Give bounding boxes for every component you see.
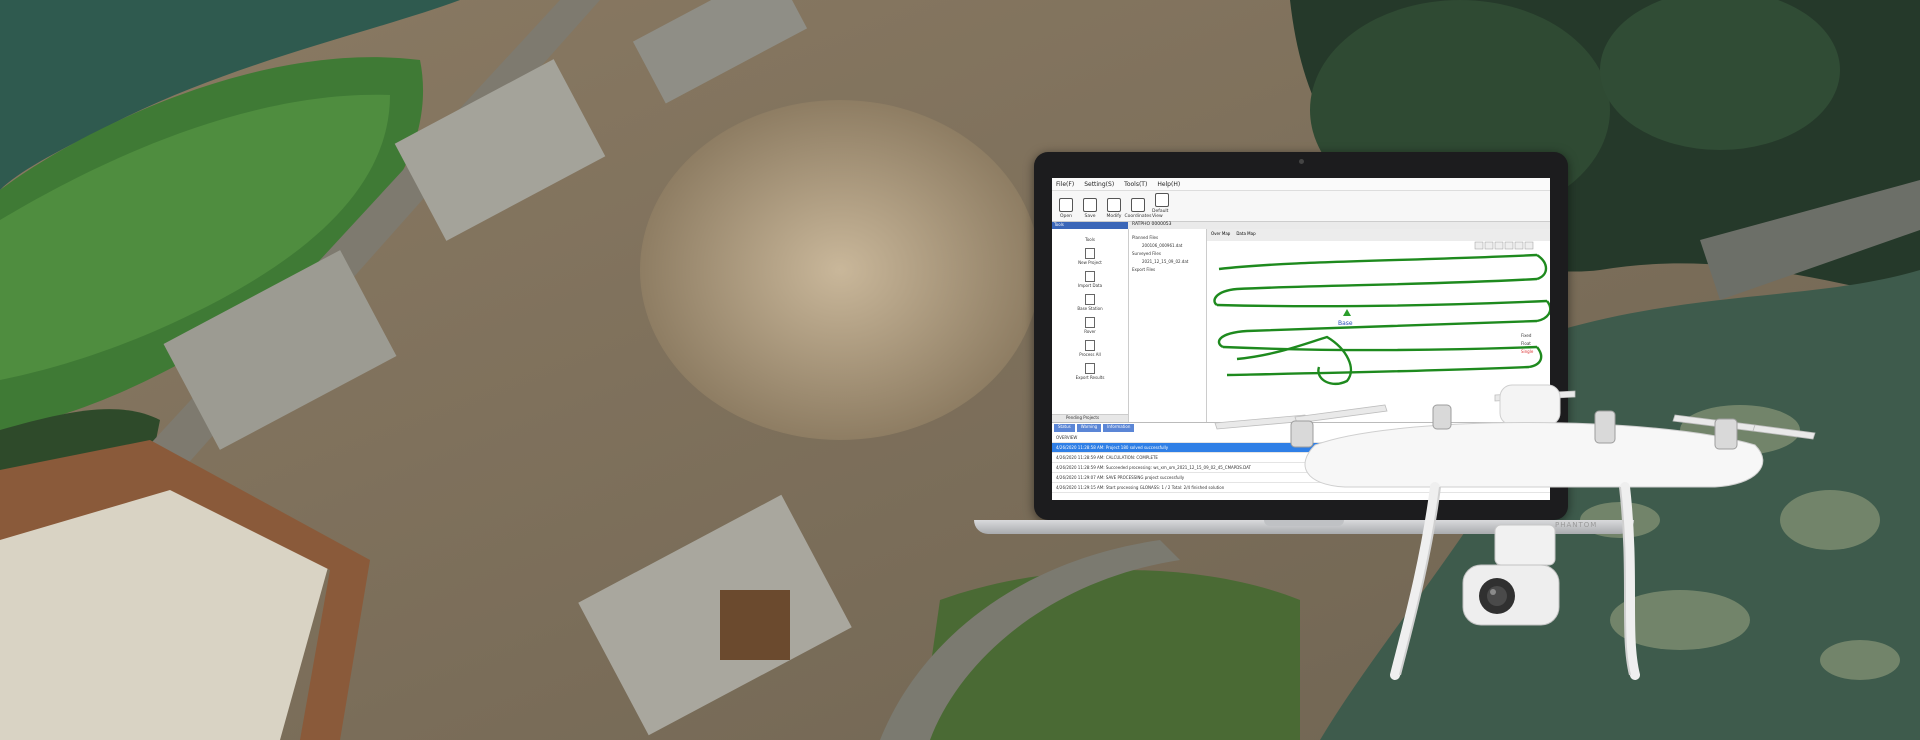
drone-brand: PHANTOM (1555, 521, 1597, 529)
tree-item-planned-file[interactable]: 200106_000961.dat (1132, 243, 1203, 248)
legend-float: Float (1521, 341, 1531, 346)
tree-item-surveyed-file[interactable]: 2021_12_15_09_02.dat (1132, 259, 1203, 264)
export-icon (1085, 363, 1095, 374)
tab-warning[interactable]: Warning (1076, 424, 1102, 432)
tab-information[interactable]: Information (1103, 424, 1135, 432)
menu-file[interactable]: File(F) (1056, 181, 1074, 188)
tree-item-planned[interactable]: Planned Files (1132, 235, 1203, 240)
rover-icon (1085, 317, 1095, 328)
tool-base-station[interactable]: Base Station (1077, 294, 1103, 311)
import-icon (1084, 271, 1095, 282)
menu-help[interactable]: Help(H) (1157, 181, 1180, 188)
measure-icon[interactable] (1514, 241, 1524, 250)
process-icon (1085, 340, 1095, 351)
flight-track (1213, 253, 1550, 386)
menu-bar: File(F) Setting(S) Tools(T) Help(H) (1052, 178, 1550, 191)
open-button[interactable]: Open (1056, 198, 1076, 221)
drone: PHANTOM (1195, 375, 1835, 705)
coordinates-icon (1131, 198, 1145, 212)
new-file-icon (1085, 248, 1095, 259)
settings-icon[interactable] (1524, 241, 1534, 250)
tab-status[interactable]: Status (1054, 424, 1075, 432)
tool-export-results[interactable]: Export Results (1076, 363, 1104, 380)
zoom-out-icon[interactable] (1484, 241, 1494, 250)
fit-icon[interactable] (1504, 241, 1514, 250)
modify-button[interactable]: Modify (1104, 198, 1124, 221)
tools-list: Tools New Project Import Data Base Stati… (1072, 236, 1108, 380)
folder-icon (1059, 198, 1073, 212)
hero-scene: File(F) Setting(S) Tools(T) Help(H) Open… (0, 0, 1920, 740)
save-button[interactable]: Save (1080, 198, 1100, 221)
tool-new-project[interactable]: New Project (1078, 248, 1102, 265)
tool-rover[interactable]: Rover (1084, 317, 1096, 334)
tree-item-export[interactable]: Export Files (1132, 267, 1203, 272)
menu-setting[interactable]: Setting(S) (1084, 181, 1114, 188)
legend-fixed: Fixed (1521, 333, 1532, 338)
toolbar: Open Save Modify Coordinates Default Vie… (1052, 191, 1550, 222)
plot-toolbar (1474, 241, 1534, 250)
base-marker (1343, 309, 1351, 316)
pending-projects[interactable]: Pending Projects (1052, 414, 1128, 422)
base-station-icon (1084, 294, 1095, 305)
gimbal-camera (1462, 524, 1560, 626)
base-label: Base (1338, 320, 1353, 327)
webcam-icon (1299, 159, 1304, 164)
pan-icon[interactable] (1494, 241, 1504, 250)
drone-illustration: PHANTOM (1214, 384, 1816, 680)
tools-panel-title: Tools (1052, 222, 1128, 229)
tools-panel: Tools Tools New Project Import Data Base… (1052, 222, 1129, 422)
view-icon (1155, 193, 1169, 207)
tool-process-all[interactable]: Process All (1079, 340, 1101, 357)
project-title: RATPHO 0000053 (1128, 222, 1550, 229)
track-legend: Fixed Float Single (1521, 333, 1534, 354)
legend-single: Single (1521, 349, 1534, 354)
zoom-in-icon[interactable] (1474, 241, 1484, 250)
menu-tools[interactable]: Tools(T) (1124, 181, 1147, 188)
coordinates-button[interactable]: Coordinates (1125, 198, 1152, 221)
tool-import-data[interactable]: Import Data (1078, 271, 1102, 288)
save-icon (1083, 198, 1097, 212)
edit-icon (1107, 198, 1121, 212)
tree-item-surveyed[interactable]: Surveyed Files (1132, 251, 1203, 256)
tool-tools[interactable]: Tools (1085, 236, 1095, 242)
default-view-button[interactable]: Default View (1152, 193, 1172, 221)
